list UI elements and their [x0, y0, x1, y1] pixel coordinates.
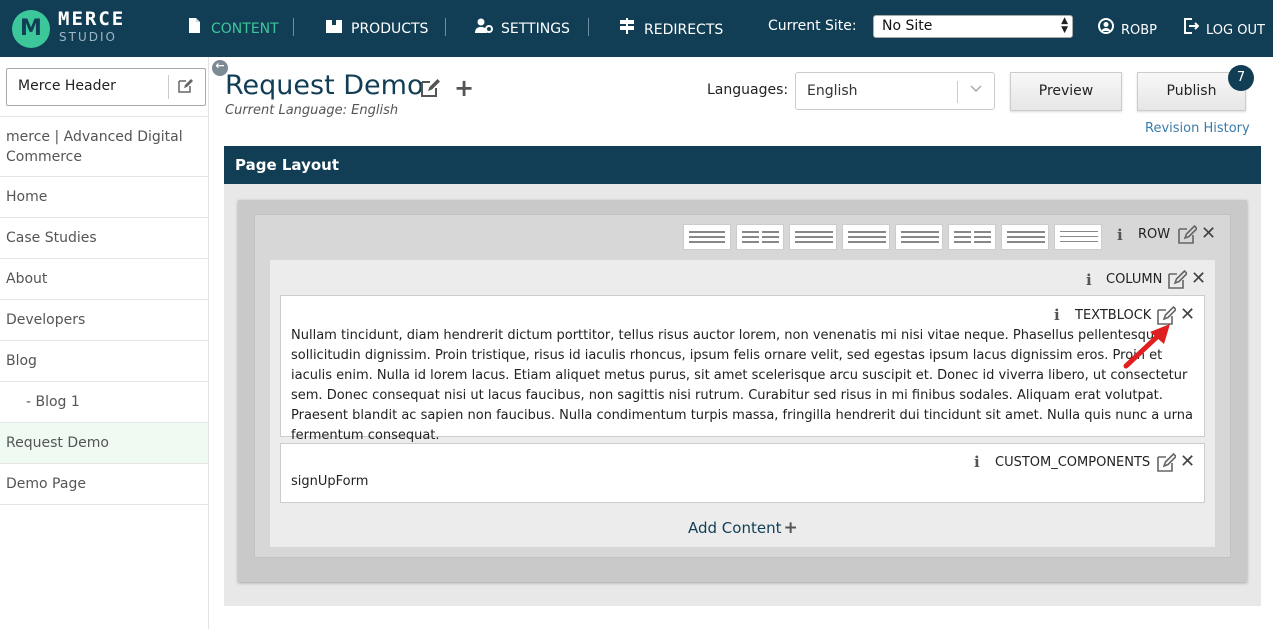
sidebar-item-case-studies[interactable]: Case Studies	[0, 218, 208, 259]
select-arrows-icon: ▲ ▼	[1061, 16, 1068, 35]
header-selector-divider	[168, 75, 169, 99]
header-selector[interactable]: Merce Header	[6, 68, 206, 106]
column-close-icon[interactable]: ✕	[1191, 268, 1206, 289]
chevron-down-icon	[970, 82, 982, 96]
page-title: Request Demo	[225, 70, 424, 101]
textblock-content: Nullam tincidunt, diam hendrerit dictum …	[291, 328, 1193, 443]
sidebar-item-blog[interactable]: Blog	[0, 341, 208, 382]
logout-label: LOG OUT	[1206, 23, 1265, 38]
nav-divider	[588, 18, 589, 36]
custom-components-label: CUSTOM_COMPONENTS	[995, 455, 1151, 470]
row-info-icon[interactable]: i	[1117, 226, 1123, 244]
custom-components-block[interactable]	[280, 443, 1205, 503]
language-select[interactable]: English	[795, 72, 995, 110]
sidebar-item-demo-page[interactable]: Demo Page	[0, 464, 208, 505]
row-close-icon[interactable]: ✕	[1201, 223, 1216, 244]
user-gear-icon	[475, 18, 493, 37]
row-edit-icon[interactable]	[1177, 224, 1199, 245]
nav-divider	[293, 18, 294, 36]
sidebar-item-home[interactable]: Home	[0, 177, 208, 218]
sidebar-item-about[interactable]: About	[0, 259, 208, 300]
custom-components-close-icon[interactable]: ✕	[1180, 451, 1195, 472]
sidebar-item-merce-home[interactable]: merce | Advanced Digital Commerce	[0, 117, 208, 177]
user-name: ROBP	[1121, 23, 1158, 38]
nav-redirects[interactable]: REDIRECTS	[618, 18, 723, 38]
add-page-icon[interactable]: +	[454, 74, 474, 102]
nav-products[interactable]: PRODUCTS	[325, 18, 428, 38]
page-layout-header: Page Layout	[224, 146, 1261, 184]
publish-count-badge: 7	[1228, 65, 1254, 91]
logo-mark: M	[12, 10, 50, 48]
edit-title-icon[interactable]	[420, 78, 440, 98]
current-language: Current Language: English	[225, 103, 399, 118]
box-icon	[325, 18, 343, 37]
column-edit-icon[interactable]	[1167, 269, 1189, 290]
custom-components-edit-icon[interactable]	[1156, 452, 1178, 473]
sidebar-item-developers[interactable]: Developers	[0, 300, 208, 341]
language-select-value: English	[807, 83, 858, 99]
layout-4-column-button[interactable]	[842, 224, 890, 250]
language-select-divider	[957, 81, 958, 103]
sidebar: Merce Header merce | Advanced Digital Co…	[0, 57, 209, 629]
edit-icon[interactable]	[177, 78, 195, 96]
column-label: COLUMN	[1106, 272, 1163, 287]
logo-text: MERCE	[58, 8, 126, 30]
sidebar-item-request-demo[interactable]: Request Demo	[0, 423, 208, 464]
logout-icon	[1182, 18, 1200, 38]
current-site-select[interactable]: No Site ▲ ▼	[873, 15, 1073, 38]
top-navigation-bar: M MERCE STUDIO CONTENT PRODUCTS SETTINGS…	[0, 0, 1273, 57]
logo-mark-letter: M	[20, 16, 42, 41]
nav-settings[interactable]: SETTINGS	[475, 18, 570, 38]
merce-studio-logo[interactable]: M MERCE STUDIO	[12, 8, 137, 50]
logo-subtext: STUDIO	[59, 30, 117, 44]
layout-3-column-button[interactable]	[789, 224, 837, 250]
languages-label: Languages:	[707, 82, 789, 98]
custom-components-content: signUpForm	[291, 474, 369, 489]
user-circle-icon	[1097, 18, 1115, 38]
revision-history-link[interactable]: Revision History	[1145, 121, 1250, 136]
nav-redirects-label: REDIRECTS	[644, 22, 724, 38]
nav-content[interactable]: CONTENT	[185, 18, 279, 38]
nav-settings-label: SETTINGS	[501, 21, 570, 37]
custom-components-info-icon[interactable]: i	[974, 453, 980, 471]
nav-content-label: CONTENT	[211, 21, 279, 37]
plus-icon: +	[783, 518, 798, 538]
add-content-button[interactable]: Add Content +	[688, 518, 798, 538]
preview-button[interactable]: Preview	[1010, 72, 1122, 111]
annotation-arrow-icon	[1123, 324, 1170, 369]
layout-2-column-button[interactable]	[736, 224, 784, 250]
document-icon	[185, 18, 203, 37]
current-site-value: No Site	[882, 18, 933, 34]
nav-products-label: PRODUCTS	[351, 21, 429, 37]
header-selector-label: Merce Header	[18, 78, 116, 94]
layout-1-column-button[interactable]	[683, 224, 731, 250]
signpost-icon	[618, 18, 636, 38]
layout-7-column-button[interactable]	[1001, 224, 1049, 250]
column-info-icon[interactable]: i	[1086, 271, 1092, 289]
page-list: merce | Advanced Digital Commerce Home C…	[0, 116, 208, 505]
layout-5-column-button[interactable]	[895, 224, 943, 250]
sidebar-item-blog-1[interactable]: - Blog 1	[0, 382, 208, 423]
layout-8-column-button[interactable]	[1054, 224, 1102, 250]
current-site-label: Current Site:	[768, 18, 857, 34]
layout-6-column-button[interactable]	[948, 224, 996, 250]
textblock-info-icon[interactable]: i	[1054, 306, 1060, 324]
user-menu[interactable]: ROBP	[1097, 18, 1157, 38]
nav-divider	[445, 18, 446, 36]
row-label: ROW	[1138, 227, 1171, 242]
add-content-label: Add Content	[688, 519, 782, 537]
logout-link[interactable]: LOG OUT	[1182, 18, 1265, 38]
textblock-close-icon[interactable]: ✕	[1180, 304, 1195, 325]
